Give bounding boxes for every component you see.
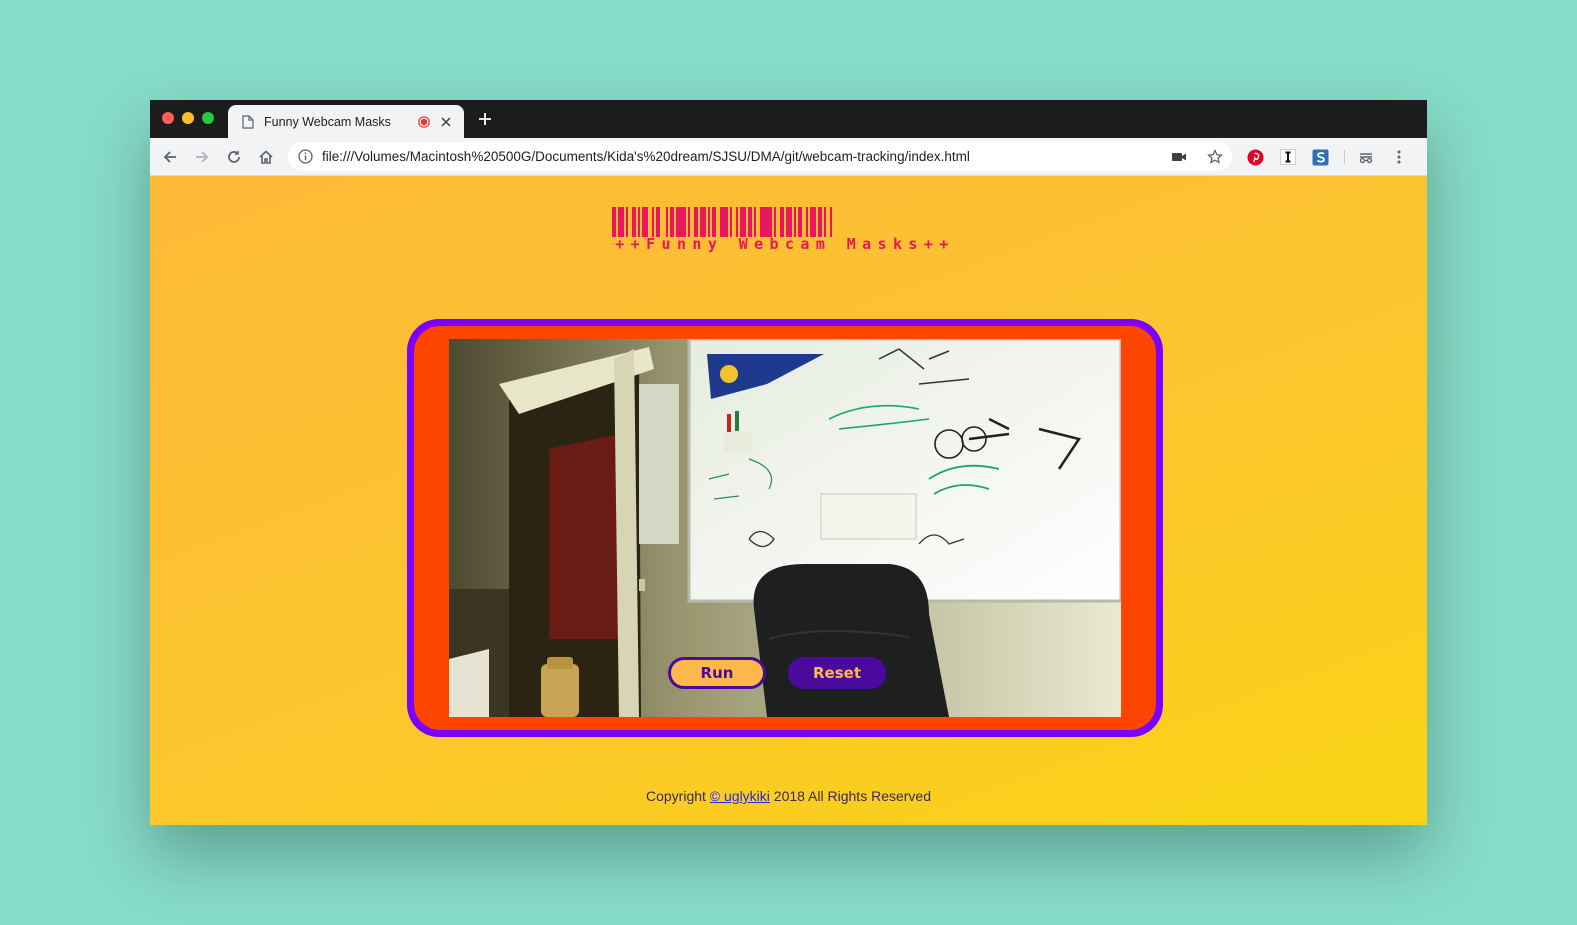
webcam-frame: Run Reset	[407, 319, 1163, 737]
logo-text: ++Funny Webcam Masks++	[615, 235, 955, 253]
reload-icon[interactable]	[225, 148, 243, 166]
address-bar[interactable]: file:///Volumes/Macintosh%20500G/Documen…	[288, 142, 1232, 171]
info-icon[interactable]	[298, 149, 313, 164]
instapaper-icon[interactable]	[1279, 148, 1297, 166]
webcam-scene	[449, 339, 1121, 717]
recording-icon	[418, 115, 430, 128]
s-extension-icon[interactable]	[1311, 148, 1329, 166]
menu-icon[interactable]	[1390, 148, 1408, 166]
browser-tab[interactable]: Funny Webcam Masks	[228, 105, 464, 138]
home-icon[interactable]	[257, 148, 275, 166]
copyright-prefix: Copyright	[645, 788, 710, 804]
barcode-bars	[612, 207, 958, 237]
reset-button[interactable]: Reset	[788, 657, 886, 689]
title-bar: Funny Webcam Masks	[150, 100, 1427, 138]
webcam-frame-inner: Run Reset	[414, 326, 1156, 730]
tab-title: Funny Webcam Masks	[264, 114, 391, 129]
run-button[interactable]: Run	[668, 657, 766, 689]
star-icon[interactable]	[1207, 149, 1223, 165]
barcode-bar	[832, 207, 834, 237]
url-text: file:///Volumes/Macintosh%20500G/Documen…	[322, 149, 970, 164]
footer-copyright: Copyright © uglykiki 2018 All Rights Res…	[150, 788, 1427, 804]
barcode-bar	[720, 207, 728, 237]
webcam-video: Run Reset	[449, 339, 1121, 717]
maximize-window-button[interactable]	[202, 112, 214, 124]
barcode-bar	[676, 207, 686, 237]
close-tab-icon[interactable]	[440, 116, 452, 128]
forward-icon[interactable]	[193, 148, 211, 166]
minimize-window-button[interactable]	[182, 112, 194, 124]
browser-toolbar: file:///Volumes/Macintosh%20500G/Documen…	[150, 138, 1427, 176]
extension-icon[interactable]	[1357, 148, 1375, 166]
pinterest-icon[interactable]	[1246, 148, 1264, 166]
close-window-button[interactable]	[162, 112, 174, 124]
barcode-logo: ++Funny Webcam Masks++	[612, 207, 958, 257]
back-icon[interactable]	[161, 148, 179, 166]
barcode-bar	[760, 207, 772, 237]
author-link[interactable]: © uglykiki	[710, 788, 770, 804]
toolbar-separator	[1344, 150, 1345, 164]
new-tab-icon[interactable]	[478, 112, 492, 126]
copyright-suffix: 2018 All Rights Reserved	[769, 788, 931, 804]
camera-icon[interactable]	[1171, 149, 1187, 165]
page-content: ++Funny Webcam Masks++ Run Reset Copyrig…	[150, 176, 1427, 825]
document-icon	[242, 114, 254, 129]
browser-window: Funny Webcam Masks file:///Volumes/Macin…	[150, 100, 1427, 825]
